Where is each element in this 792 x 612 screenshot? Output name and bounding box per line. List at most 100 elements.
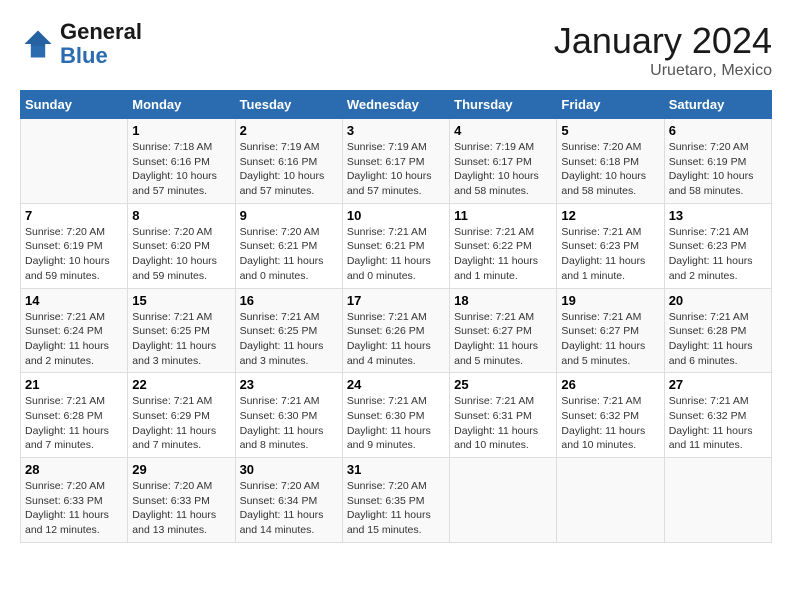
calendar-week-5: 28 Sunrise: 7:20 AMSunset: 6:33 PMDayligh… bbox=[21, 458, 772, 543]
page-header: General Blue January 2024 Uruetaro, Mexi… bbox=[20, 20, 772, 80]
calendar-cell: 31 Sunrise: 7:20 AMSunset: 6:35 PMDayligh… bbox=[342, 458, 449, 543]
day-header-sunday: Sunday bbox=[21, 91, 128, 119]
calendar-cell: 10 Sunrise: 7:21 AMSunset: 6:21 PMDayligh… bbox=[342, 203, 449, 288]
calendar-cell: 24Sunrise: 7:21 AMSunset: 6:30 PMDayligh… bbox=[342, 373, 449, 458]
day-info: Sunrise: 7:19 AMSunset: 6:16 PMDaylight:… bbox=[240, 140, 338, 199]
calendar-cell: 25 Sunrise: 7:21 AMSunset: 6:31 PMDayligh… bbox=[450, 373, 557, 458]
calendar-week-3: 14 Sunrise: 7:21 AMSunset: 6:24 PMDayligh… bbox=[21, 288, 772, 373]
day-info: Sunrise: 7:21 AMSunset: 6:27 PMDaylight:… bbox=[454, 310, 552, 369]
day-info: Sunrise: 7:19 AMSunset: 6:17 PMDaylight:… bbox=[347, 140, 445, 199]
calendar-week-2: 7Sunrise: 7:20 AMSunset: 6:19 PMDaylight… bbox=[21, 203, 772, 288]
calendar-cell: 2 Sunrise: 7:19 AMSunset: 6:16 PMDaylight… bbox=[235, 119, 342, 204]
logo-icon bbox=[20, 26, 56, 62]
calendar-cell: 30Sunrise: 7:20 AMSunset: 6:34 PMDayligh… bbox=[235, 458, 342, 543]
calendar-cell: 6 Sunrise: 7:20 AMSunset: 6:19 PMDaylight… bbox=[664, 119, 771, 204]
month-title: January 2024 bbox=[554, 20, 772, 62]
calendar-cell: 11Sunrise: 7:21 AMSunset: 6:22 PMDayligh… bbox=[450, 203, 557, 288]
day-info: Sunrise: 7:21 AMSunset: 6:25 PMDaylight:… bbox=[240, 310, 338, 369]
day-info: Sunrise: 7:20 AMSunset: 6:20 PMDaylight:… bbox=[132, 225, 230, 284]
calendar-cell bbox=[557, 458, 664, 543]
day-number: 8 bbox=[132, 208, 230, 223]
day-number: 14 bbox=[25, 293, 123, 308]
day-number: 29 bbox=[132, 462, 230, 477]
day-info: Sunrise: 7:21 AMSunset: 6:23 PMDaylight:… bbox=[561, 225, 659, 284]
day-header-tuesday: Tuesday bbox=[235, 91, 342, 119]
day-number: 23 bbox=[240, 377, 338, 392]
day-info: Sunrise: 7:21 AMSunset: 6:23 PMDaylight:… bbox=[669, 225, 767, 284]
calendar-cell: 17 Sunrise: 7:21 AMSunset: 6:26 PMDayligh… bbox=[342, 288, 449, 373]
calendar-cell: 4 Sunrise: 7:19 AMSunset: 6:17 PMDaylight… bbox=[450, 119, 557, 204]
calendar-cell bbox=[450, 458, 557, 543]
day-number: 17 bbox=[347, 293, 445, 308]
calendar-cell: 20 Sunrise: 7:21 AMSunset: 6:28 PMDayligh… bbox=[664, 288, 771, 373]
day-number: 20 bbox=[669, 293, 767, 308]
calendar-body: 1 Sunrise: 7:18 AMSunset: 6:16 PMDaylight… bbox=[21, 119, 772, 543]
day-header-thursday: Thursday bbox=[450, 91, 557, 119]
day-number: 1 bbox=[132, 123, 230, 138]
calendar-cell: 27 Sunrise: 7:21 AMSunset: 6:32 PMDayligh… bbox=[664, 373, 771, 458]
calendar-week-1: 1 Sunrise: 7:18 AMSunset: 6:16 PMDaylight… bbox=[21, 119, 772, 204]
calendar-cell: 14 Sunrise: 7:21 AMSunset: 6:24 PMDayligh… bbox=[21, 288, 128, 373]
calendar-week-4: 21 Sunrise: 7:21 AMSunset: 6:28 PMDayligh… bbox=[21, 373, 772, 458]
calendar-table: SundayMondayTuesdayWednesdayThursdayFrid… bbox=[20, 90, 772, 543]
day-info: Sunrise: 7:21 AMSunset: 6:26 PMDaylight:… bbox=[347, 310, 445, 369]
day-number: 12 bbox=[561, 208, 659, 223]
calendar-cell: 22 Sunrise: 7:21 AMSunset: 6:29 PMDayligh… bbox=[128, 373, 235, 458]
day-header-monday: Monday bbox=[128, 91, 235, 119]
calendar-cell: 15Sunrise: 7:21 AMSunset: 6:25 PMDayligh… bbox=[128, 288, 235, 373]
day-number: 2 bbox=[240, 123, 338, 138]
day-info: Sunrise: 7:20 AMSunset: 6:34 PMDaylight:… bbox=[240, 479, 338, 538]
day-number: 28 bbox=[25, 462, 123, 477]
calendar-cell: 12 Sunrise: 7:21 AMSunset: 6:23 PMDayligh… bbox=[557, 203, 664, 288]
calendar-cell: 5Sunrise: 7:20 AMSunset: 6:18 PMDaylight… bbox=[557, 119, 664, 204]
day-number: 13 bbox=[669, 208, 767, 223]
day-number: 21 bbox=[25, 377, 123, 392]
day-number: 6 bbox=[669, 123, 767, 138]
day-number: 11 bbox=[454, 208, 552, 223]
day-info: Sunrise: 7:21 AMSunset: 6:32 PMDaylight:… bbox=[669, 394, 767, 453]
day-info: Sunrise: 7:21 AMSunset: 6:29 PMDaylight:… bbox=[132, 394, 230, 453]
day-info: Sunrise: 7:19 AMSunset: 6:17 PMDaylight:… bbox=[454, 140, 552, 199]
calendar-cell: 16Sunrise: 7:21 AMSunset: 6:25 PMDayligh… bbox=[235, 288, 342, 373]
calendar-cell: 21 Sunrise: 7:21 AMSunset: 6:28 PMDayligh… bbox=[21, 373, 128, 458]
logo-text: General Blue bbox=[60, 20, 142, 68]
day-info: Sunrise: 7:21 AMSunset: 6:24 PMDaylight:… bbox=[25, 310, 123, 369]
calendar-cell: 23 Sunrise: 7:21 AMSunset: 6:30 PMDayligh… bbox=[235, 373, 342, 458]
day-info: Sunrise: 7:20 AMSunset: 6:19 PMDaylight:… bbox=[669, 140, 767, 199]
calendar-cell: 8 Sunrise: 7:20 AMSunset: 6:20 PMDaylight… bbox=[128, 203, 235, 288]
day-info: Sunrise: 7:20 AMSunset: 6:35 PMDaylight:… bbox=[347, 479, 445, 538]
day-info: Sunrise: 7:20 AMSunset: 6:33 PMDaylight:… bbox=[132, 479, 230, 538]
calendar-cell: 29 Sunrise: 7:20 AMSunset: 6:33 PMDayligh… bbox=[128, 458, 235, 543]
calendar-cell: 1 Sunrise: 7:18 AMSunset: 6:16 PMDaylight… bbox=[128, 119, 235, 204]
calendar-cell: 7Sunrise: 7:20 AMSunset: 6:19 PMDaylight… bbox=[21, 203, 128, 288]
day-number: 31 bbox=[347, 462, 445, 477]
day-number: 22 bbox=[132, 377, 230, 392]
day-number: 24 bbox=[347, 377, 445, 392]
day-number: 26 bbox=[561, 377, 659, 392]
day-header-wednesday: Wednesday bbox=[342, 91, 449, 119]
calendar-cell: 26 Sunrise: 7:21 AMSunset: 6:32 PMDayligh… bbox=[557, 373, 664, 458]
day-number: 3 bbox=[347, 123, 445, 138]
day-info: Sunrise: 7:21 AMSunset: 6:32 PMDaylight:… bbox=[561, 394, 659, 453]
day-number: 10 bbox=[347, 208, 445, 223]
day-header-friday: Friday bbox=[557, 91, 664, 119]
day-info: Sunrise: 7:21 AMSunset: 6:31 PMDaylight:… bbox=[454, 394, 552, 453]
day-info: Sunrise: 7:20 AMSunset: 6:33 PMDaylight:… bbox=[25, 479, 123, 538]
day-number: 9 bbox=[240, 208, 338, 223]
day-info: Sunrise: 7:21 AMSunset: 6:30 PMDaylight:… bbox=[240, 394, 338, 453]
day-info: Sunrise: 7:21 AMSunset: 6:27 PMDaylight:… bbox=[561, 310, 659, 369]
day-info: Sunrise: 7:21 AMSunset: 6:21 PMDaylight:… bbox=[347, 225, 445, 284]
day-number: 4 bbox=[454, 123, 552, 138]
day-info: Sunrise: 7:21 AMSunset: 6:28 PMDaylight:… bbox=[669, 310, 767, 369]
location: Uruetaro, Mexico bbox=[554, 62, 772, 80]
calendar-cell bbox=[21, 119, 128, 204]
day-number: 25 bbox=[454, 377, 552, 392]
day-number: 27 bbox=[669, 377, 767, 392]
calendar-cell: 13 Sunrise: 7:21 AMSunset: 6:23 PMDayligh… bbox=[664, 203, 771, 288]
day-info: Sunrise: 7:18 AMSunset: 6:16 PMDaylight:… bbox=[132, 140, 230, 199]
title-block: January 2024 Uruetaro, Mexico bbox=[554, 20, 772, 80]
calendar-header-row: SundayMondayTuesdayWednesdayThursdayFrid… bbox=[21, 91, 772, 119]
day-info: Sunrise: 7:21 AMSunset: 6:28 PMDaylight:… bbox=[25, 394, 123, 453]
calendar-cell: 19Sunrise: 7:21 AMSunset: 6:27 PMDayligh… bbox=[557, 288, 664, 373]
day-info: Sunrise: 7:21 AMSunset: 6:25 PMDaylight:… bbox=[132, 310, 230, 369]
